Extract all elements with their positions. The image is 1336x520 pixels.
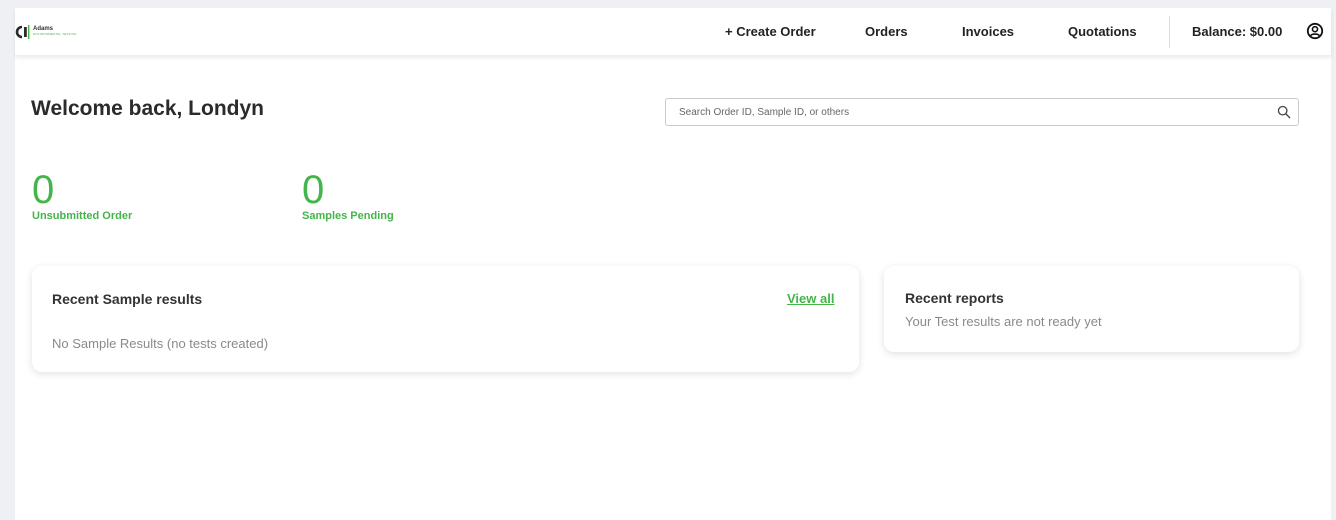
- stat-value: 0: [302, 168, 325, 212]
- search-icon[interactable]: [1277, 105, 1291, 119]
- quotations-link[interactable]: Quotations: [1068, 24, 1137, 39]
- app-frame: Adams ENVIRONMENTAL TESTING + Create Ord…: [15, 8, 1331, 520]
- top-navigation-bar: Adams ENVIRONMENTAL TESTING + Create Ord…: [15, 8, 1331, 56]
- empty-state-text: No Sample Results (no tests created): [52, 336, 269, 351]
- stat-label: Unsubmitted Order: [32, 210, 133, 222]
- balance-display[interactable]: Balance: $0.00: [1192, 24, 1282, 39]
- stat-label: Samples Pending: [302, 210, 394, 222]
- stat-unsubmitted-order[interactable]: 0 Unsubmitted Order: [32, 170, 132, 222]
- orders-link[interactable]: Orders: [865, 24, 908, 39]
- logo[interactable]: Adams ENVIRONMENTAL TESTING: [15, 21, 76, 43]
- create-order-link[interactable]: + Create Order: [725, 24, 816, 39]
- recent-sample-results-card: Recent Sample results View all No Sample…: [32, 266, 859, 372]
- view-all-link[interactable]: View all: [787, 291, 834, 306]
- search-box: [665, 98, 1299, 126]
- card-title: Recent reports: [905, 290, 1004, 306]
- invoices-link[interactable]: Invoices: [962, 24, 1014, 39]
- logo-mark-icon: [15, 25, 30, 39]
- recent-reports-card: Recent reports Your Test results are not…: [884, 266, 1299, 352]
- stat-value: 0: [32, 168, 55, 212]
- nav-divider: [1169, 16, 1170, 48]
- logo-subtitle: ENVIRONMENTAL TESTING: [33, 32, 77, 36]
- card-title: Recent Sample results: [52, 291, 203, 307]
- empty-state-text: Your Test results are not ready yet: [905, 314, 1102, 329]
- stat-samples-pending[interactable]: 0 Samples Pending: [302, 170, 394, 222]
- welcome-heading: Welcome back, Londyn: [31, 97, 264, 120]
- search-input[interactable]: [666, 99, 1266, 125]
- user-circle-icon[interactable]: [1306, 22, 1324, 40]
